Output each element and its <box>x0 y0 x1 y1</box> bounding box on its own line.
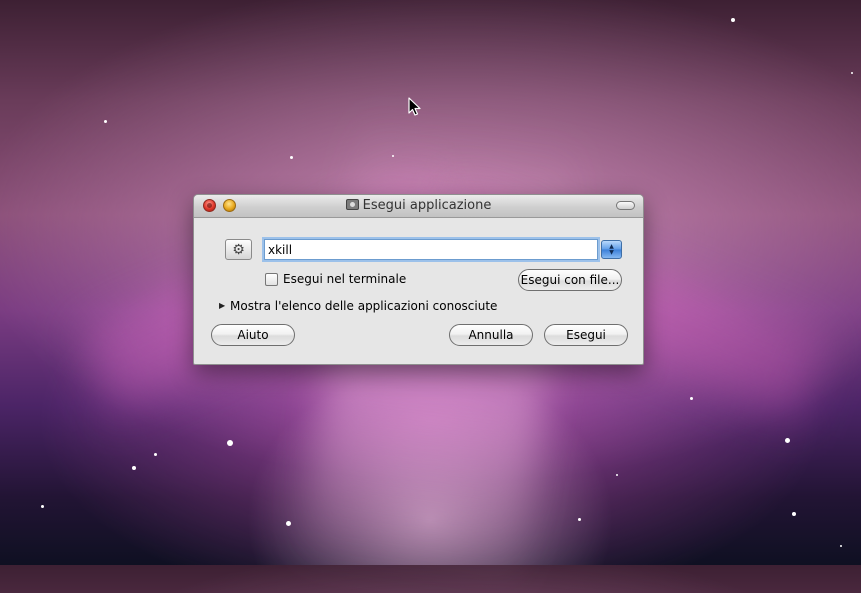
wallpaper-star <box>104 120 107 123</box>
wallpaper-star <box>286 521 291 526</box>
window-title: Esegui applicazione <box>194 198 643 213</box>
run-application-dialog: Esegui applicazione ⚙ ▲ ▼ Esegui nel ter… <box>193 194 644 365</box>
wallpaper-star <box>578 518 581 521</box>
application-icon-button[interactable]: ⚙ <box>225 239 252 260</box>
run-in-terminal-label[interactable]: Esegui nel terminale <box>283 272 406 286</box>
command-history-dropdown[interactable]: ▲ ▼ <box>601 240 622 259</box>
gear-icon: ⚙ <box>232 241 245 258</box>
cancel-button[interactable]: Annulla <box>449 324 533 346</box>
wallpaper-star <box>785 438 790 443</box>
wallpaper-star <box>840 545 842 547</box>
disclosure-triangle-icon[interactable]: ▶ <box>219 301 225 310</box>
wallpaper-star <box>290 156 293 159</box>
command-input[interactable] <box>264 239 598 260</box>
chevron-down-icon: ▼ <box>609 248 614 256</box>
mouse-pointer-icon <box>408 97 421 116</box>
wallpaper-star <box>851 72 853 74</box>
help-button[interactable]: Aiuto <box>211 324 295 346</box>
wallpaper-star <box>41 505 44 508</box>
wallpaper-star <box>392 155 394 157</box>
terminal-icon <box>345 199 359 210</box>
run-button[interactable]: Esegui <box>544 324 628 346</box>
wallpaper-star <box>792 512 796 516</box>
window-title-text: Esegui applicazione <box>362 198 492 213</box>
wallpaper-star <box>132 466 136 470</box>
title-bar[interactable]: Esegui applicazione <box>194 195 643 218</box>
run-in-terminal-checkbox[interactable] <box>265 273 278 286</box>
wallpaper-star <box>616 474 618 476</box>
wallpaper-star <box>227 440 233 446</box>
toolbar-toggle-button[interactable] <box>616 201 635 210</box>
run-with-file-button[interactable]: Esegui con file... <box>518 269 622 291</box>
wallpaper-star <box>154 453 157 456</box>
show-known-applications-toggle[interactable]: Mostra l'elenco delle applicazioni conos… <box>230 299 497 313</box>
wallpaper-star <box>731 18 735 22</box>
wallpaper-star <box>690 397 693 400</box>
